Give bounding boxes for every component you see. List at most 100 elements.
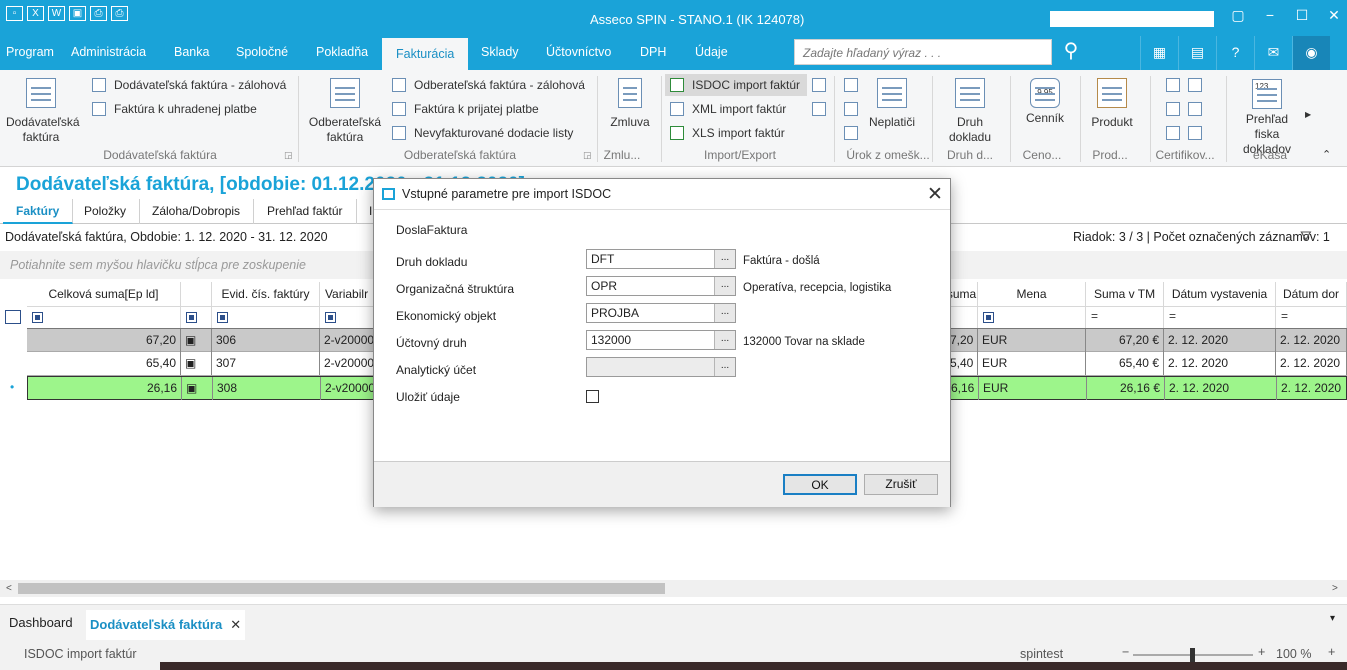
menu-sklady[interactable]: Sklady <box>481 36 519 70</box>
column-header-icon[interactable] <box>181 282 212 306</box>
browse-button[interactable]: ... <box>714 331 735 349</box>
mail-icon[interactable]: ✉ <box>1254 36 1292 70</box>
column-header-datum-vystavenia[interactable]: Dátum vystavenia <box>1164 282 1276 306</box>
ok-button[interactable]: OK <box>783 474 857 495</box>
close-icon[interactable]: ✕ <box>927 183 943 206</box>
menu-spolocne[interactable]: Spoločné <box>236 36 288 70</box>
tab-polozky[interactable]: Položky <box>71 199 141 224</box>
zoom-in-button-2[interactable]: + <box>1328 645 1335 659</box>
cert-icon-3[interactable] <box>1166 126 1210 140</box>
tab-dashboard[interactable]: Dashboard <box>9 615 73 630</box>
menu-pokladna[interactable]: Pokladňa <box>316 36 368 70</box>
scroll-left-icon[interactable]: < <box>6 580 12 597</box>
filter-cell[interactable] <box>212 306 320 328</box>
menu-program[interactable]: Program <box>6 36 54 70</box>
druh-dokladu-button[interactable]: Druh dokladu <box>942 78 998 145</box>
menu-fakturacia[interactable]: Fakturácia <box>382 36 469 70</box>
odberatelska-faktura-button[interactable]: Odberateľská faktúra <box>306 78 384 145</box>
nevyfakturovane-dodacie-button[interactable]: Nevyfakturované dodacie listy <box>392 126 573 140</box>
dodavatelska-faktura-button[interactable]: Dodávateľská faktúra <box>6 78 80 145</box>
clipboard-icon[interactable]: ▤ <box>1178 36 1216 70</box>
column-header-suma-tm[interactable]: Suma v TM <box>1086 282 1164 306</box>
scrollbar-thumb[interactable] <box>18 583 665 594</box>
close-icon[interactable]: ✕ <box>1318 5 1347 25</box>
tab-dodavatelska-faktura[interactable]: Dodávateľská faktúra ✕ <box>86 610 246 640</box>
ulozit-udaje-checkbox[interactable] <box>586 390 599 403</box>
cancel-button[interactable]: Zrušiť <box>864 474 938 495</box>
horizontal-scrollbar[interactable]: < > <box>0 580 1347 597</box>
filter-cell[interactable] <box>978 306 1086 328</box>
browse-button[interactable]: ... <box>714 277 735 295</box>
browse-button[interactable]: ... <box>714 304 735 322</box>
prehlad-fiska-button[interactable]: 123 Prehľad fiska dokladov <box>1232 78 1302 157</box>
export-excel-icon[interactable]: X <box>27 6 44 21</box>
browse-button[interactable]: ... <box>714 250 735 268</box>
filter-cell[interactable]: = <box>1276 306 1347 328</box>
produkt-button[interactable]: Produkt <box>1088 78 1136 130</box>
zoom-out-button[interactable]: − <box>1122 645 1129 659</box>
zoom-in-button[interactable]: + <box>1258 645 1265 659</box>
zmluva-button[interactable]: Zmluva <box>605 78 655 130</box>
uctovny-druh-field[interactable]: 132000 ... <box>586 330 736 350</box>
filter-icon[interactable]: ⛛ <box>1300 228 1312 245</box>
tabs-dropdown-icon[interactable]: ▾ <box>1330 613 1335 624</box>
menu-uctovnictvo[interactable]: Účtovníctvo <box>546 36 611 70</box>
search-icon[interactable]: ⚲ <box>1053 39 1089 65</box>
column-header-celkova-suma[interactable]: Celková suma[Ep ld] <box>27 282 181 306</box>
org-struktura-field[interactable]: OPR ... <box>586 276 736 296</box>
tab-zaloha-dobropis[interactable]: Záloha/Dobropis <box>139 199 255 224</box>
export-image-icon[interactable]: ▣ <box>69 6 86 21</box>
menu-banka[interactable]: Banka <box>174 36 209 70</box>
eye-icon[interactable]: ◉ <box>1292 36 1330 70</box>
ekon-objekt-field[interactable]: PROJBA ... <box>586 303 736 323</box>
coins-icon[interactable] <box>844 126 858 140</box>
maximize-icon[interactable]: ☐ <box>1286 5 1318 25</box>
layout-icon[interactable]: ▦ <box>1140 36 1178 70</box>
menu-administracia[interactable]: Administrácia <box>71 36 146 70</box>
close-tab-icon[interactable]: ✕ <box>230 617 241 632</box>
cert-icon-1[interactable] <box>1166 78 1210 92</box>
xml-import-button[interactable]: XML import faktúr <box>670 102 786 116</box>
title-search-field[interactable] <box>1050 11 1214 27</box>
column-header-datum-dor[interactable]: Dátum dor <box>1276 282 1347 306</box>
print-preview-icon[interactable]: ⎙ <box>111 6 128 21</box>
dialog-launcher-icon[interactable]: ◲ <box>583 150 592 161</box>
tab-prehlad-faktur[interactable]: Prehľad faktúr <box>254 199 357 224</box>
filter-cell[interactable] <box>320 306 374 328</box>
filter-cell[interactable]: = <box>1086 306 1164 328</box>
zoom-slider-thumb[interactable] <box>1190 648 1195 662</box>
isdoc-import-button[interactable]: ISDOC import faktúr <box>670 78 800 92</box>
column-header-variabilny[interactable]: Variabilr <box>320 282 374 306</box>
export-word-icon[interactable]: W <box>48 6 65 21</box>
faktura-k-prijatej-button[interactable]: Faktúra k prijatej platbe <box>392 102 539 116</box>
export-side-icon[interactable] <box>812 78 826 92</box>
dodavatelska-zalohova-button[interactable]: Dodávateľská faktúra - zálohová <box>92 78 286 92</box>
import-side-icon[interactable] <box>812 102 826 116</box>
faktura-k-uhradenej-button[interactable]: Faktúra k uhradenej platbe <box>92 102 257 116</box>
menu-dph[interactable]: DPH <box>640 36 666 70</box>
cennik-button[interactable]: 9.95 Cenník <box>1020 78 1070 126</box>
column-header-evid[interactable]: Evid. čís. faktúry <box>212 282 320 306</box>
save-icon[interactable]: ▫ <box>6 6 23 21</box>
print-icon[interactable]: ⎙ <box>90 6 107 21</box>
druh-dokladu-field[interactable]: DFT ... <box>586 249 736 269</box>
neplatici-button[interactable]: Neplatiči <box>866 78 918 130</box>
xls-import-button[interactable]: XLS import faktúr <box>670 126 785 140</box>
interest-calc-icon[interactable] <box>844 78 858 92</box>
filter-cell[interactable] <box>181 306 212 328</box>
filter-cell[interactable]: = <box>1164 306 1276 328</box>
warning-doc-icon[interactable] <box>844 102 858 116</box>
scroll-right-icon[interactable]: > <box>1332 580 1338 597</box>
collapse-ribbon-icon[interactable]: ⌃ <box>1322 148 1331 161</box>
ribbon-scroll-right-icon[interactable]: ▶ <box>1305 110 1311 119</box>
minimize-icon[interactable]: − <box>1254 5 1286 25</box>
help-icon[interactable]: ? <box>1216 36 1254 70</box>
column-header-mena[interactable]: Mena <box>978 282 1086 306</box>
cert-icon-2[interactable] <box>1166 102 1210 116</box>
global-search-input[interactable]: Zadajte hľadaný výraz . . . <box>794 39 1052 65</box>
filter-cell[interactable] <box>27 306 181 328</box>
column-chooser-icon[interactable] <box>5 310 21 324</box>
tab-faktury[interactable]: Faktúry <box>3 199 74 224</box>
odberatelska-zalohova-button[interactable]: Odberateľská faktúra - zálohová <box>392 78 585 92</box>
menu-udaje[interactable]: Údaje <box>695 36 728 70</box>
